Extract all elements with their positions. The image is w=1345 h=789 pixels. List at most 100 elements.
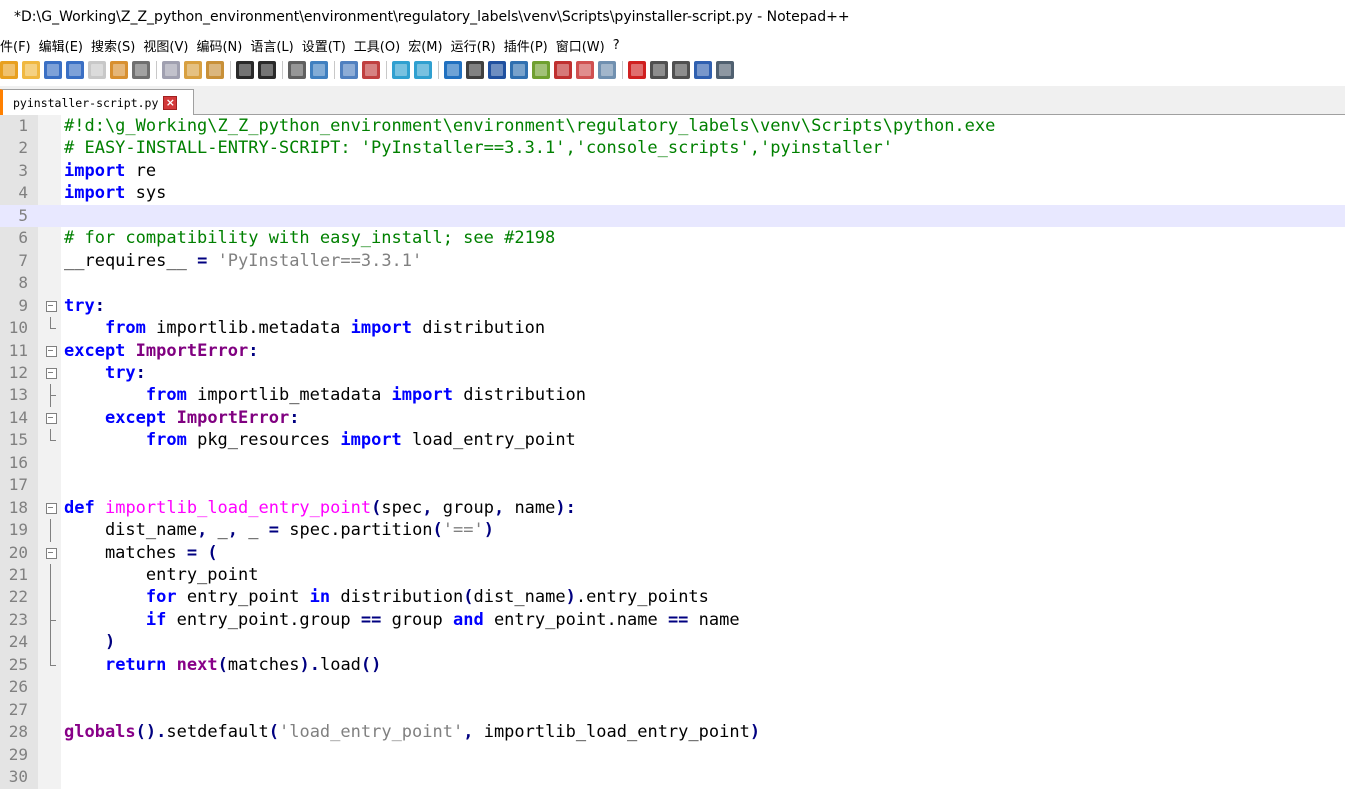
code-line[interactable]: 23 if entry_point.group == group and ent… xyxy=(0,608,1345,632)
menu-item-6[interactable]: 设置(T) xyxy=(298,36,350,55)
code-text: # EASY-INSTALL-ENTRY-SCRIPT: 'PyInstalle… xyxy=(64,137,893,159)
code-token: () xyxy=(360,654,382,675)
code-line[interactable]: 3 import re xyxy=(0,160,1345,182)
code-line[interactable]: 24 ) xyxy=(0,631,1345,655)
zoom-in-icon[interactable] xyxy=(340,61,358,79)
word-wrap-icon[interactable] xyxy=(444,61,462,79)
undo-icon[interactable] xyxy=(236,61,254,79)
code-line[interactable]: 16 xyxy=(0,452,1345,474)
code-token: , xyxy=(227,520,239,541)
code-line[interactable]: 1 #!d:\g_Working\Z_Z_python_environment\e… xyxy=(0,115,1345,137)
sync-horizontal-icon[interactable] xyxy=(414,61,432,79)
menu-item-3[interactable]: 视图(V) xyxy=(139,36,192,55)
code-line[interactable]: 17 xyxy=(0,474,1345,496)
code-editor[interactable]: 1 #!d:\g_Working\Z_Z_python_environment\e… xyxy=(0,115,1345,789)
menu-item-0[interactable]: 件(F) xyxy=(0,36,35,55)
run-macro-multiple-icon[interactable] xyxy=(694,61,712,79)
code-line[interactable]: 13 from importlib_metadata import distri… xyxy=(0,384,1345,408)
code-line[interactable]: 15 from pkg_resources import load_entry_… xyxy=(0,429,1345,451)
code-token: = xyxy=(186,542,198,563)
code-line[interactable]: 12 try: xyxy=(0,362,1345,384)
code-line[interactable]: 14 except ImportError: xyxy=(0,407,1345,429)
fold-toggle-icon[interactable] xyxy=(44,362,58,384)
close-icon[interactable] xyxy=(88,61,106,79)
new-file-icon[interactable] xyxy=(0,61,18,79)
menu-item-10[interactable]: 插件(P) xyxy=(500,36,552,55)
code-line[interactable]: 11 except ImportError: xyxy=(0,340,1345,362)
replace-icon[interactable] xyxy=(310,61,328,79)
fold-toggle-icon[interactable] xyxy=(44,295,58,317)
code-line[interactable]: 29 xyxy=(0,744,1345,766)
tab-pyinstaller-script[interactable]: pyinstaller-script.py × xyxy=(0,89,194,115)
indent-guide-icon[interactable] xyxy=(488,61,506,79)
print-icon[interactable] xyxy=(132,61,150,79)
code-line[interactable]: 7 __requires__ = 'PyInstaller==3.3.1' xyxy=(0,250,1345,272)
user-language-icon[interactable] xyxy=(510,61,528,79)
code-text: import re xyxy=(64,160,156,182)
code-line[interactable]: 22 for entry_point in distribution(dist_… xyxy=(0,586,1345,610)
code-token: distribution xyxy=(330,587,464,608)
menu-item-11[interactable]: 窗口(W) xyxy=(552,36,609,55)
close-all-icon[interactable] xyxy=(110,61,128,79)
code-line[interactable]: 9 try: xyxy=(0,295,1345,317)
code-line[interactable]: 20 matches = ( xyxy=(0,542,1345,564)
code-text: except ImportError: xyxy=(64,340,259,362)
fold-toggle-icon[interactable] xyxy=(44,497,58,519)
code-line[interactable]: 4 import sys xyxy=(0,182,1345,204)
line-number: 13 xyxy=(8,385,28,405)
paste-icon[interactable] xyxy=(206,61,224,79)
show-all-chars-icon[interactable] xyxy=(466,61,484,79)
document-map-icon[interactable] xyxy=(532,61,550,79)
code-text: from pkg_resources import load_entry_poi… xyxy=(64,429,576,451)
record-macro-icon[interactable] xyxy=(628,61,646,79)
menu-item-8[interactable]: 宏(M) xyxy=(404,36,446,55)
menu-item-2[interactable]: 搜索(S) xyxy=(87,36,139,55)
menu-item-5[interactable]: 语言(L) xyxy=(246,36,297,55)
code-line[interactable]: 18 def importlib_load_entry_point(spec, g… xyxy=(0,497,1345,519)
code-line[interactable]: 25 return next(matches).load() xyxy=(0,653,1345,676)
menu-item-1[interactable]: 编辑(E) xyxy=(35,36,87,55)
menu-item-12[interactable]: ? xyxy=(609,38,624,53)
monitoring-icon[interactable] xyxy=(598,61,616,79)
stop-macro-icon[interactable] xyxy=(650,61,668,79)
function-list-icon[interactable] xyxy=(554,61,572,79)
fold-toggle-icon[interactable] xyxy=(44,407,58,429)
find-icon[interactable] xyxy=(288,61,306,79)
line-number: 25 xyxy=(8,654,28,674)
zoom-out-icon[interactable] xyxy=(362,61,380,79)
code-line[interactable]: 26 xyxy=(0,676,1345,698)
code-line[interactable]: 2 # EASY-INSTALL-ENTRY-SCRIPT: 'PyInstall… xyxy=(0,137,1345,159)
code-token: __requires__ xyxy=(64,250,198,271)
code-line[interactable]: 28 globals().setdefault('load_entry_point… xyxy=(0,721,1345,743)
fold-toggle-icon[interactable] xyxy=(44,542,58,564)
tab-close-icon[interactable]: × xyxy=(163,95,178,110)
code-line[interactable]: 19 dist_name, _, _ = spec.partition('=='… xyxy=(0,519,1345,542)
copy-icon[interactable] xyxy=(184,61,202,79)
code-line[interactable]: 8 xyxy=(0,272,1345,294)
line-number: 4 xyxy=(18,183,28,203)
save-macro-icon[interactable] xyxy=(716,61,734,79)
code-token: ( xyxy=(463,587,474,608)
folder-workspace-icon[interactable] xyxy=(576,61,594,79)
menu-item-9[interactable]: 运行(R) xyxy=(447,36,500,55)
code-line[interactable]: 27 xyxy=(0,699,1345,721)
sync-vertical-icon[interactable] xyxy=(392,61,410,79)
fold-toggle-icon[interactable] xyxy=(44,340,58,362)
code-line[interactable]: 10 from importlib.metadata import distri… xyxy=(0,317,1345,339)
save-icon[interactable] xyxy=(44,61,62,79)
code-line[interactable]: 21 entry_point xyxy=(0,564,1345,587)
save-all-icon[interactable] xyxy=(66,61,84,79)
play-macro-icon[interactable] xyxy=(672,61,690,79)
code-line[interactable]: 6 # for compatibility with easy_install; … xyxy=(0,227,1345,249)
code-line[interactable]: 5 xyxy=(0,204,1345,228)
open-file-icon[interactable] xyxy=(22,61,40,79)
cut-icon[interactable] xyxy=(162,61,180,79)
code-line[interactable]: 30 xyxy=(0,766,1345,788)
menu-item-7[interactable]: 工具(O) xyxy=(350,36,404,55)
menu-item-4[interactable]: 编码(N) xyxy=(192,36,246,55)
redo-icon[interactable] xyxy=(258,61,276,79)
